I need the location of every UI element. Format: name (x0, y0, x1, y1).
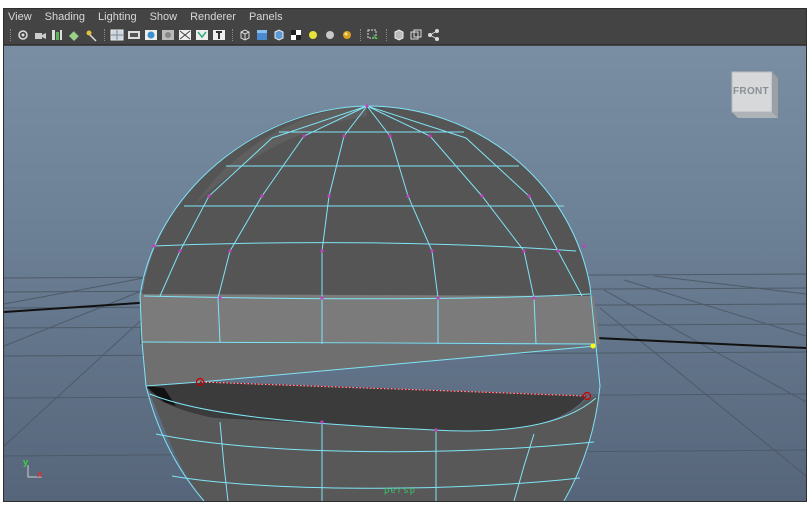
camera-name-label: persp (384, 486, 417, 496)
menu-lighting[interactable]: Lighting (98, 9, 137, 26)
textured-icon[interactable] (289, 28, 303, 42)
panel-menu-bar: View Shading Lighting Show Renderer Pane… (4, 9, 806, 26)
grid-axis-line (595, 337, 806, 349)
scene-canvas[interactable] (4, 46, 806, 501)
xray-icon[interactable] (392, 28, 406, 42)
panel-toolbar (4, 26, 806, 45)
shadows-icon[interactable] (340, 28, 354, 42)
menu-panels[interactable]: Panels (249, 9, 283, 26)
3d-viewport[interactable]: FRONT y x persp (4, 46, 806, 501)
image-plane-icon[interactable] (84, 28, 98, 42)
default-light-icon[interactable] (306, 28, 320, 42)
isolate-select-icon[interactable] (366, 28, 380, 42)
safe-title-icon[interactable] (212, 28, 226, 42)
select-camera-icon[interactable] (16, 28, 30, 42)
gate-mask-icon[interactable] (161, 28, 175, 42)
menu-shading[interactable]: Shading (45, 9, 85, 26)
lock-camera-icon[interactable] (33, 28, 47, 42)
camera-attributes-icon[interactable] (50, 28, 64, 42)
view-cube[interactable]: FRONT (730, 70, 778, 118)
sphere-mesh[interactable] (140, 106, 600, 501)
all-lights-icon[interactable] (323, 28, 337, 42)
xray-joints-icon[interactable] (409, 28, 423, 42)
wireframe-on-shaded-icon[interactable] (272, 28, 286, 42)
grid-icon[interactable] (110, 28, 124, 42)
toolbar-separator (10, 29, 13, 41)
smooth-shade-icon[interactable] (255, 28, 269, 42)
view-cube-label[interactable]: FRONT (730, 70, 772, 112)
axis-y-label: y (23, 457, 29, 467)
menu-view[interactable]: View (8, 9, 32, 26)
selected-vertex[interactable] (590, 343, 596, 349)
bookmark-icon[interactable] (67, 28, 81, 42)
menu-renderer[interactable]: Renderer (190, 9, 236, 26)
safe-action-icon[interactable] (195, 28, 209, 42)
toolbar-separator (232, 29, 235, 41)
toolbar-separator (386, 29, 389, 41)
field-chart-icon[interactable] (178, 28, 192, 42)
wireframe-icon[interactable] (238, 28, 252, 42)
axis-x-label: x (37, 469, 43, 479)
resolution-gate-icon[interactable] (144, 28, 158, 42)
film-gate-icon[interactable] (127, 28, 141, 42)
menu-show[interactable]: Show (150, 9, 178, 26)
xray-components-icon[interactable] (426, 28, 440, 42)
toolbar-separator (104, 29, 107, 41)
viewport-panel: View Shading Lighting Show Renderer Pane… (3, 8, 807, 502)
toolbar-separator (360, 29, 363, 41)
